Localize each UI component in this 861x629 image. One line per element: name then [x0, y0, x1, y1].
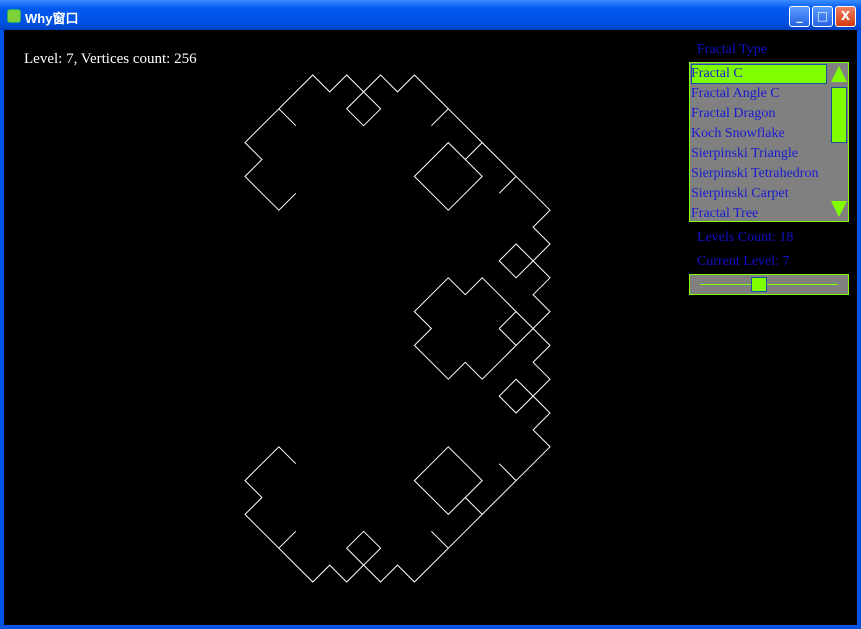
fractal-curve — [244, 74, 551, 583]
scroll-down-icon[interactable] — [831, 201, 847, 217]
maximize-button[interactable]: □ — [812, 6, 833, 27]
status-text: Level: 7, Vertices count: 256 — [24, 51, 197, 67]
close-button[interactable]: X — [835, 6, 856, 27]
title-bar[interactable]: Why窗口 _ □ X — [0, 0, 861, 30]
app-window: Why窗口 _ □ X Level: 7, Vertices count: 25… — [0, 0, 861, 629]
list-item[interactable]: Koch Snowflake — [691, 124, 827, 144]
app-icon — [7, 9, 21, 23]
slider-thumb[interactable] — [751, 277, 768, 292]
fractal-type-listbox[interactable]: Fractal C Fractal Angle C Fractal Dragon Ko… — [689, 62, 849, 222]
list-item[interactable]: Fractal Tree — [691, 204, 827, 224]
list-item[interactable]: Sierpinski Tetrahedron — [691, 164, 827, 184]
minimize-button[interactable]: _ — [789, 6, 810, 27]
scrollbar-thumb[interactable] — [831, 87, 847, 143]
list-item[interactable]: Fractal C — [691, 64, 827, 84]
level-slider[interactable] — [689, 274, 849, 295]
levels-count-label: Levels Count: 18 — [697, 230, 794, 245]
listbox-scrollbar[interactable] — [829, 63, 848, 221]
scroll-up-icon[interactable] — [831, 66, 847, 82]
list-item[interactable]: Fractal Dragon — [691, 104, 827, 124]
canvas-area: Level: 7, Vertices count: 256 Fractal Ty… — [4, 30, 857, 625]
current-level-label: Current Level: 7 — [697, 254, 790, 269]
slider-track — [700, 284, 838, 285]
window-title: Why窗口 — [25, 11, 79, 26]
fractal-type-label: Fractal Type — [697, 42, 767, 57]
list-item[interactable]: Fractal Angle C — [691, 84, 827, 104]
list-item[interactable]: Sierpinski Triangle — [691, 144, 827, 164]
list-item[interactable]: Sierpinski Carpet — [691, 184, 827, 204]
